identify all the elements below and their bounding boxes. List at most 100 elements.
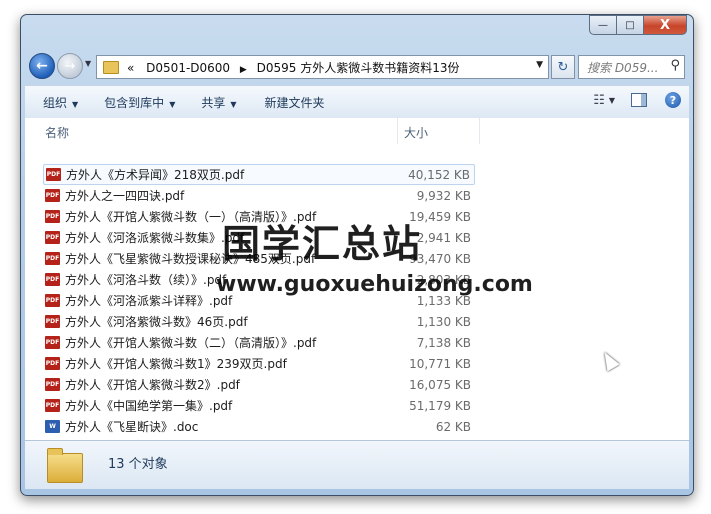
column-header-name[interactable]: 名称 [45, 124, 69, 141]
column-divider[interactable] [397, 118, 398, 144]
help-icon[interactable]: ? [665, 92, 681, 108]
pdf-file-icon: PDF [45, 294, 60, 307]
pdf-file-icon: PDF [45, 210, 60, 223]
file-size: 51,179 KB [409, 398, 471, 413]
list-item[interactable]: W 方外人《飞星断诀》.doc 62 KB [43, 416, 475, 437]
back-button[interactable]: ← [29, 53, 55, 79]
minimize-button[interactable]: — [589, 15, 617, 35]
pdf-file-icon: PDF [45, 189, 60, 202]
refresh-icon: ↻ [557, 59, 569, 75]
list-item[interactable]: PDF 方外人《开馆人紫微斗数2》.pdf 16,075 KB [43, 374, 475, 395]
breadcrumb: « D0501-D0600 ▶ D0595 方外人紫微斗数书籍资料13份 [127, 59, 460, 76]
list-item[interactable]: PDF 方外人《河洛派紫斗详释》.pdf 1,133 KB [43, 290, 475, 311]
list-item[interactable]: PDF 方外人《飞星紫微斗数授课秘诀》485双页.pdf 93,470 KB [43, 248, 475, 269]
file-size: 1,133 KB [416, 293, 471, 308]
pdf-file-icon: PDF [45, 315, 60, 328]
recent-pages-dropdown[interactable]: ▼ [85, 59, 91, 68]
toolbar-right: ☷ ▼ ? [593, 92, 681, 108]
new-folder-button[interactable]: 新建文件夹 [265, 94, 325, 111]
file-name: 方外人《河洛紫微斗数》46页.pdf [65, 315, 248, 329]
folder-icon [103, 60, 119, 74]
pdf-file-icon: PDF [46, 168, 61, 181]
list-item[interactable]: PDF 方外人《河洛斗数（续）》.pdf 2,803 KB [43, 269, 475, 290]
close-button[interactable]: X [643, 15, 687, 35]
command-bar: 组织 ▼ 包含到库中 ▼ 共享 ▼ 新建文件夹 ☷ ▼ ? [25, 85, 689, 119]
file-name: 方外人《开馆人紫微斗数（二）（高清版）》.pdf [65, 336, 317, 350]
organize-menu[interactable]: 组织 ▼ [43, 94, 78, 111]
share-menu[interactable]: 共享 ▼ [201, 94, 236, 111]
address-dropdown-icon[interactable]: ▼ [536, 60, 543, 70]
forward-button[interactable]: → [57, 53, 83, 79]
word-file-icon: W [45, 420, 60, 433]
list-item[interactable]: PDF 方外人《开馆人紫微斗数（二）（高清版）》.pdf 7,138 KB [43, 332, 475, 353]
maximize-button[interactable]: □ [616, 15, 644, 35]
file-name: 方外人《方术异闻》218双页.pdf [66, 168, 245, 182]
pdf-file-icon: PDF [45, 378, 60, 391]
file-name: 方外人《飞星断诀》.doc [65, 420, 199, 434]
file-size: 7,138 KB [416, 335, 471, 350]
file-name: 方外人《开馆人紫微斗数1》239双页.pdf [65, 357, 287, 371]
file-size: 62 KB [435, 419, 471, 434]
file-size: 10,771 KB [409, 356, 471, 371]
explorer-window: — □ X ← → ▼ « D0501-D0600 ▶ D0595 方外人紫微斗… [20, 14, 694, 496]
file-name: 方外人《开馆人紫微斗数2》.pdf [65, 378, 240, 392]
search-placeholder: 搜索 D059... [587, 60, 659, 75]
breadcrumb-separator-icon[interactable]: ▶ [240, 65, 247, 75]
include-in-library-menu[interactable]: 包含到库中 ▼ [104, 94, 175, 111]
organize-label: 组织 [43, 95, 68, 110]
file-size: 1,130 KB [416, 314, 471, 329]
pdf-file-icon: PDF [45, 231, 60, 244]
file-name: 方外人《河洛派紫微斗数集》.pdf [65, 231, 245, 245]
file-size: 40,152 KB [408, 167, 470, 182]
list-item[interactable]: PDF 方外人《方术异闻》218双页.pdf 40,152 KB [43, 164, 475, 185]
file-name: 方外人《河洛斗数（续）》.pdf [65, 273, 227, 287]
pdf-file-icon: PDF [45, 399, 60, 412]
share-label: 共享 [201, 95, 226, 110]
item-count: 13 个对象 [108, 457, 168, 472]
pdf-file-icon: PDF [45, 252, 60, 265]
file-list: PDF 方外人《方术异闻》218双页.pdf 40,152 KB PDF 方外人… [43, 164, 475, 437]
folder-icon [47, 448, 83, 483]
file-size: 19,459 KB [409, 209, 471, 224]
column-divider[interactable] [479, 118, 480, 144]
file-size: 2,941 KB [416, 230, 471, 245]
list-item[interactable]: PDF 方外人之一四四诀.pdf 9,932 KB [43, 185, 475, 206]
include-library-label: 包含到库中 [104, 95, 165, 110]
file-name: 方外人之一四四诀.pdf [65, 189, 185, 203]
refresh-button[interactable]: ↻ [551, 55, 575, 79]
back-arrow-icon: ← [36, 58, 48, 74]
file-size: 16,075 KB [409, 377, 471, 392]
forward-arrow-icon: → [64, 58, 76, 74]
pdf-file-icon: PDF [45, 273, 60, 286]
list-item[interactable]: PDF 方外人《中国绝学第一集》.pdf 51,179 KB [43, 395, 475, 416]
file-name: 方外人《飞星紫微斗数授课秘诀》485双页.pdf [65, 252, 316, 266]
chevron-down-icon[interactable]: ▼ [609, 96, 615, 105]
breadcrumb-overflow[interactable]: « [127, 61, 134, 75]
window-controls: — □ X [589, 15, 687, 35]
list-item[interactable]: PDF 方外人《开馆人紫微斗数1》239双页.pdf 10,771 KB [43, 353, 475, 374]
list-item[interactable]: PDF 方外人《河洛紫微斗数》46页.pdf 1,130 KB [43, 311, 475, 332]
breadcrumb-item-current[interactable]: D0595 方外人紫微斗数书籍资料13份 [257, 61, 460, 75]
address-bar[interactable]: « D0501-D0600 ▶ D0595 方外人紫微斗数书籍资料13份 ▼ [96, 55, 549, 79]
list-item[interactable]: PDF 方外人《开馆人紫微斗数（一）（高清版）》.pdf 19,459 KB [43, 206, 475, 227]
pdf-file-icon: PDF [45, 336, 60, 349]
pdf-file-icon: PDF [45, 357, 60, 370]
search-input[interactable]: 搜索 D059... ⚲ [578, 55, 685, 79]
breadcrumb-item-range[interactable]: D0501-D0600 [146, 61, 230, 75]
view-options-icon[interactable]: ☷ [593, 93, 605, 108]
list-item[interactable]: PDF 方外人《河洛派紫微斗数集》.pdf 2,941 KB [43, 227, 475, 248]
chevron-down-icon: ▼ [169, 99, 176, 109]
file-name: 方外人《河洛派紫斗详释》.pdf [65, 294, 233, 308]
file-name: 方外人《中国绝学第一集》.pdf [65, 399, 233, 413]
file-list-pane: 名称 大小 PDF 方外人《方术异闻》218双页.pdf 40,152 KB P… [25, 118, 689, 441]
file-size: 9,932 KB [416, 188, 471, 203]
file-size: 2,803 KB [416, 272, 471, 287]
details-pane: 13 个对象 [25, 441, 689, 489]
file-name: 方外人《开馆人紫微斗数（一）（高清版）》.pdf [65, 210, 317, 224]
search-icon[interactable]: ⚲ [670, 58, 680, 73]
chevron-down-icon: ▼ [72, 99, 79, 109]
column-header-size[interactable]: 大小 [404, 124, 428, 141]
chevron-down-icon: ▼ [230, 99, 237, 109]
preview-pane-icon[interactable] [631, 93, 647, 107]
file-size: 93,470 KB [409, 251, 471, 266]
